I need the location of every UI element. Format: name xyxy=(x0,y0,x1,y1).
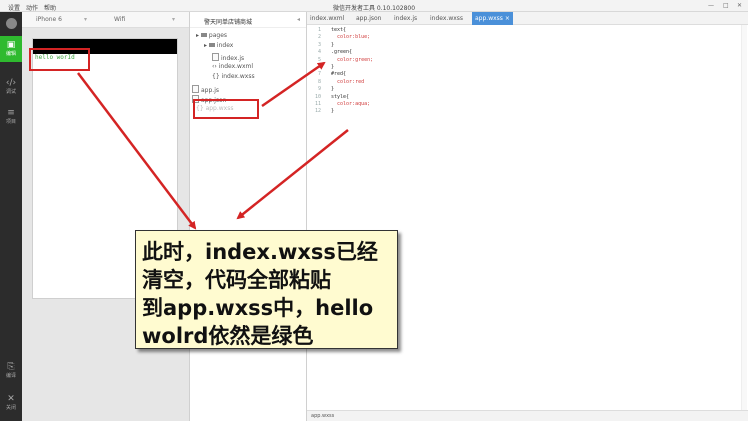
callout-line-1: 此时，index.wxss已经 xyxy=(142,240,378,264)
callout-line-2: 清空，代码全部粘贴 xyxy=(142,268,331,292)
arrow-to-code xyxy=(261,61,326,108)
annotation-callout: 此时，index.wxss已经 清空，代码全部粘贴 到app.wxss中，hel… xyxy=(135,230,398,349)
arrow-from-editor xyxy=(236,129,349,220)
annotation-arrows xyxy=(77,61,349,230)
callout-line-3: 到app.wxss中，hello xyxy=(142,296,374,320)
arrow-to-callout xyxy=(77,72,197,230)
callout-line-4: wolrd依然是绿色 xyxy=(142,324,314,348)
